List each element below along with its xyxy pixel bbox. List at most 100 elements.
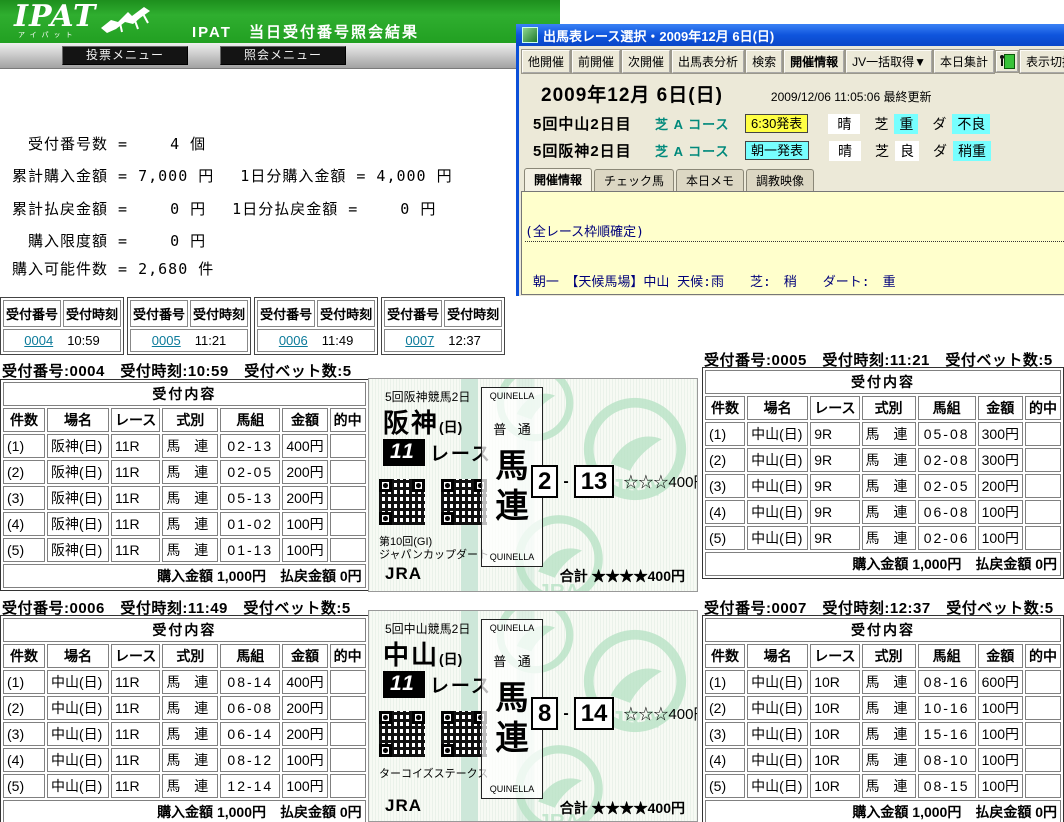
combo-dash: - bbox=[563, 472, 569, 490]
tab-today-memo[interactable]: 本日メモ bbox=[676, 169, 745, 191]
tab-row: 開催情報 チェック馬 本日メモ 調教映像 bbox=[524, 168, 1064, 191]
bet-cell: 15-16 bbox=[917, 722, 976, 746]
bet-cell: 10-16 bbox=[917, 696, 976, 720]
bet-cell: 馬 連 bbox=[861, 422, 916, 446]
bet-cell: 11R bbox=[111, 512, 161, 536]
bet-cell: 200円 bbox=[282, 486, 328, 510]
bet-type-kanji: 連 bbox=[495, 719, 529, 756]
bet-table-0004: 受付内容 件数 場名 レース 式別 馬組 金額 的中 (1) 阪神(日) 11R 馬 … bbox=[0, 379, 369, 591]
ticket-course-name: 中山 bbox=[383, 640, 440, 670]
bet-cell: 400円 bbox=[282, 670, 328, 694]
receipt-link-0007[interactable]: 0007 bbox=[405, 333, 434, 348]
bet-cell: 100円 bbox=[977, 526, 1023, 550]
toolbar-meeting-info-button[interactable]: 開催情報 bbox=[783, 49, 846, 74]
bet-cell: 中山(日) bbox=[47, 696, 109, 720]
turf-label: 芝 bbox=[875, 142, 890, 159]
bet-cell: 02-06 bbox=[917, 526, 976, 550]
window-titlebar[interactable]: 出馬表レース選択・2009年12月 6日(日) bbox=[516, 24, 1064, 46]
bet-cell: (2) bbox=[3, 696, 45, 720]
col-race: レース bbox=[111, 644, 161, 668]
bet-cell: 100円 bbox=[977, 696, 1023, 720]
toolbar-prev-meeting-button[interactable]: 前開催 bbox=[571, 49, 622, 74]
bet-cell: 10R bbox=[810, 696, 860, 720]
toolbar-search-button[interactable]: 検索 bbox=[745, 49, 784, 74]
bet-cell: (3) bbox=[3, 722, 45, 746]
bet-cell: 200円 bbox=[282, 722, 328, 746]
bet-cell: 馬 連 bbox=[861, 526, 916, 550]
horse-number: 8 bbox=[531, 697, 559, 730]
bet-footer-totals: 購入金額 1,000円 払戻金額 0円 bbox=[705, 552, 1061, 576]
bet-cell: 02-05 bbox=[220, 460, 281, 484]
ticket-day: (日) bbox=[439, 651, 463, 667]
receipt-link-0004[interactable]: 0004 bbox=[24, 333, 53, 348]
info-line: (全レース枠順確定) bbox=[525, 225, 1064, 242]
bet-cell bbox=[329, 774, 366, 798]
bet-cell: 05-13 bbox=[220, 486, 281, 510]
bet-cell: 馬 連 bbox=[162, 722, 219, 746]
window-icon bbox=[522, 27, 538, 43]
bet-row: (4) 中山(日) 10R 馬 連 08-10 100円 bbox=[705, 748, 1061, 772]
bet-cell: 08-10 bbox=[917, 748, 976, 772]
bet-cell: (5) bbox=[3, 538, 45, 562]
summary-total-purchase: 累計購入金額 = 7,000 円 1日分購入金額 = 4,000 円 bbox=[12, 167, 453, 185]
bet-cell: 05-08 bbox=[917, 422, 976, 446]
horse-number: 2 bbox=[531, 465, 559, 498]
toolbar-racecard-analysis-button[interactable]: 出馬表分析 bbox=[671, 49, 746, 74]
bet-row: (1) 中山(日) 9R 馬 連 05-08 300円 bbox=[705, 422, 1061, 446]
bet-cell: 中山(日) bbox=[747, 448, 809, 472]
bet-type-class: 普 通 bbox=[493, 422, 535, 437]
bet-cell: 100円 bbox=[977, 774, 1023, 798]
bet-cell: 9R bbox=[810, 448, 860, 472]
toolbar-other-meeting-button[interactable]: 他開催 bbox=[520, 49, 572, 74]
exit-door-icon[interactable] bbox=[995, 50, 1019, 73]
ipat-logo-text: IPAT bbox=[14, 0, 97, 34]
bet-cell: 600円 bbox=[977, 670, 1023, 694]
col-bet-type: 式別 bbox=[162, 408, 219, 432]
bet-cell: 阪神(日) bbox=[47, 512, 109, 536]
bet-cell: 馬 連 bbox=[162, 696, 219, 720]
bet-cell bbox=[329, 512, 366, 536]
bet-cell: 馬 連 bbox=[861, 448, 916, 472]
bet-cell bbox=[329, 486, 366, 510]
combo-dash: - bbox=[563, 704, 569, 722]
bet-cell: 馬 連 bbox=[861, 774, 916, 798]
col-amount: 金額 bbox=[977, 644, 1023, 668]
betting-ticket-nakayama: JRA JRA 5回中山競馬2日 中山(日) 11 レース ターコイズステークス… bbox=[368, 610, 698, 822]
bet-cell: (4) bbox=[3, 748, 45, 772]
bet-cell: (1) bbox=[3, 434, 45, 458]
bet-section-header-0004: 受付番号:0004 受付時刻:10:59 受付ベット数:5 bbox=[2, 363, 352, 380]
toolbar-display-switch-button[interactable]: 表示切換 bbox=[1018, 49, 1064, 74]
tab-training-video[interactable]: 調教映像 bbox=[746, 169, 815, 191]
ticket-issuer: JRA bbox=[385, 796, 423, 815]
bet-footer-totals: 購入金額 1,000円 払戻金額 0円 bbox=[3, 800, 366, 822]
bet-footer-totals: 購入金額 1,000円 払戻金額 0円 bbox=[705, 800, 1061, 822]
bet-footer-totals: 購入金額 1,000円 払戻金額 0円 bbox=[3, 564, 366, 588]
bet-row: (3) 中山(日) 10R 馬 連 15-16 100円 bbox=[705, 722, 1061, 746]
bet-type-english: QUINELLA bbox=[489, 391, 535, 401]
bet-cell: 06-08 bbox=[917, 500, 976, 524]
bet-type-class: 普 通 bbox=[493, 654, 535, 669]
bet-cell: 中山(日) bbox=[747, 500, 809, 524]
tab-meeting-info[interactable]: 開催情報 bbox=[524, 168, 593, 191]
col-race: レース bbox=[111, 408, 161, 432]
window-body: 他開催 前開催 次開催 出馬表分析 検索 開催情報 JV一括取得▼ 本日集計 表… bbox=[516, 46, 1064, 296]
bet-row: (5) 中山(日) 11R 馬 連 12-14 100円 bbox=[3, 774, 366, 798]
vote-menu-button[interactable]: 投票メニュー bbox=[62, 46, 188, 65]
bet-cell: 馬 連 bbox=[162, 748, 219, 772]
bet-cell: 11R bbox=[111, 670, 161, 694]
inquiry-menu-button[interactable]: 照会メニュー bbox=[220, 46, 346, 65]
tab-check-horse[interactable]: チェック馬 bbox=[594, 169, 675, 191]
bet-cell: (3) bbox=[3, 486, 45, 510]
receipt-link-0006[interactable]: 0006 bbox=[279, 333, 308, 348]
toolbar-jv-batch-button[interactable]: JV一括取得▼ bbox=[845, 49, 933, 74]
receipt-link-0005[interactable]: 0005 bbox=[152, 333, 181, 348]
bet-cell: 11R bbox=[111, 696, 161, 720]
bet-cell: (2) bbox=[705, 448, 746, 472]
ticket-course: 中山(日) bbox=[383, 635, 462, 672]
meeting-info-panel[interactable]: (全レース枠順確定) 朝一 【天候馬場】中山 天候:雨 芝: 稍 ダート: 重 … bbox=[521, 191, 1064, 295]
bet-cell bbox=[1024, 422, 1061, 446]
bet-row: (1) 中山(日) 11R 馬 連 08-14 400円 bbox=[3, 670, 366, 694]
toolbar-today-total-button[interactable]: 本日集計 bbox=[932, 49, 996, 74]
toolbar-next-meeting-button[interactable]: 次開催 bbox=[621, 49, 672, 74]
bet-cell: (2) bbox=[705, 696, 746, 720]
